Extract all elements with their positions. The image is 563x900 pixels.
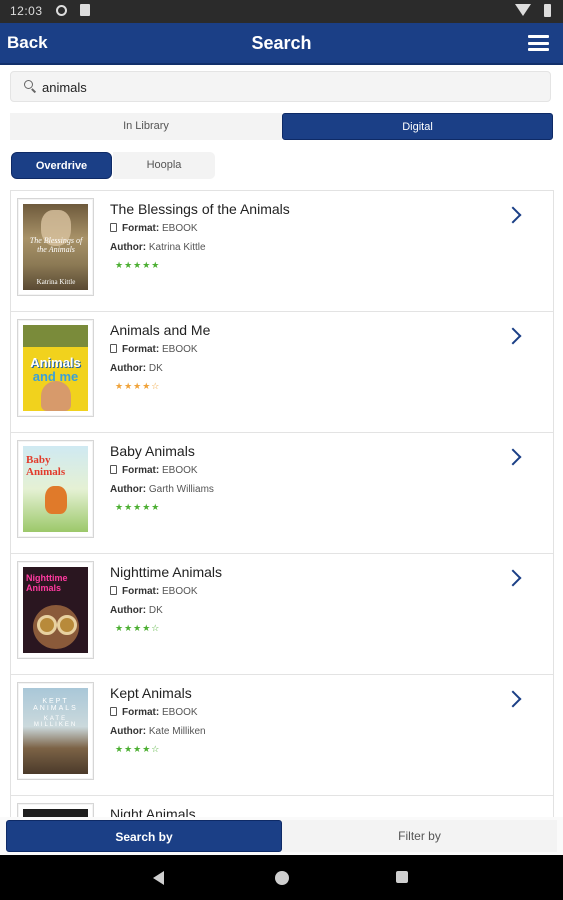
book-cover: The Blessings of the Animals Katrina Kit… (17, 198, 94, 296)
page-title: Search (251, 33, 312, 53)
book-format: Format: EBOOK (110, 586, 198, 597)
star-rating: ★★★★☆ (115, 381, 161, 391)
list-item[interactable]: Nighttime Animals Nighttime Animals Form… (11, 554, 553, 675)
book-author: Author: DK (110, 363, 163, 374)
star-rating: ★★★★★ (115, 260, 161, 270)
book-icon (110, 223, 117, 232)
book-title[interactable]: Nighttime Animals (110, 564, 222, 580)
cover-author-text: Katrina Kittle (36, 278, 76, 286)
status-bar: 12:03 (0, 0, 563, 23)
book-icon (110, 586, 117, 595)
book-icon (110, 465, 117, 474)
book-author: Author: DK (110, 605, 163, 616)
results-list[interactable]: The Blessings of the Animals Katrina Kit… (10, 190, 554, 820)
list-item[interactable]: KEPT ANIMALS KATE MILLIKEN Kept Animals … (11, 675, 553, 796)
status-time: 12:03 (10, 4, 43, 18)
book-title[interactable]: The Blessings of the Animals (110, 201, 290, 217)
book-title[interactable]: Kept Animals (110, 685, 192, 701)
app-bar: Back Search (0, 23, 563, 65)
book-cover: Baby Animals (17, 440, 94, 538)
book-cover: KEPT ANIMALS KATE MILLIKEN (17, 682, 94, 780)
book-author: Author: Kate Milliken (110, 726, 206, 737)
chevron-right-icon[interactable] (504, 327, 522, 345)
bottom-tab-bar: Search by Filter by (0, 817, 563, 855)
chevron-right-icon[interactable] (504, 448, 522, 466)
sd-card-icon (80, 4, 90, 16)
list-item[interactable]: The Blessings of the Animals Katrina Kit… (11, 191, 553, 312)
tab-filter-by[interactable]: Filter by (282, 820, 557, 852)
book-author: Author: Garth Williams (110, 484, 214, 495)
star-rating: ★★★★☆ (115, 744, 161, 754)
book-cover: Animals and me (17, 319, 94, 417)
book-cover: Nighttime Animals (17, 561, 94, 659)
cover-title-text: Animals (30, 355, 81, 370)
book-icon (110, 344, 117, 353)
nav-home-icon[interactable] (275, 871, 289, 885)
tab-overdrive[interactable]: Overdrive (11, 152, 112, 179)
back-button[interactable]: Back (7, 33, 48, 53)
battery-icon (544, 4, 551, 17)
chevron-right-icon[interactable] (504, 569, 522, 587)
tab-digital[interactable]: Digital (282, 113, 553, 140)
star-rating: ★★★★☆ (115, 623, 161, 633)
system-nav-bar (0, 855, 563, 900)
list-item[interactable]: Baby Animals Baby Animals Format: EBOOK … (11, 433, 553, 554)
settings-notification-icon (56, 5, 67, 16)
star-rating: ★★★★★ (115, 502, 161, 512)
list-item[interactable]: Animals and me Animals and Me Format: EB… (11, 312, 553, 433)
tab-search-by[interactable]: Search by (6, 820, 282, 852)
book-icon (110, 707, 117, 716)
wifi-icon (515, 4, 531, 16)
cover-title-text: The Blessings of the Animals (29, 236, 83, 254)
search-bar[interactable] (10, 71, 551, 102)
cover-title-text: KEPT ANIMALS (33, 698, 78, 712)
search-icon (24, 80, 33, 89)
tab-in-library[interactable]: In Library (10, 113, 282, 140)
cover-title-text: Nighttime Animals (26, 573, 68, 593)
book-format: Format: EBOOK (110, 223, 198, 234)
tab-hoopla[interactable]: Hoopla (113, 152, 215, 179)
search-input[interactable] (42, 80, 522, 95)
nav-recents-icon[interactable] (396, 871, 408, 883)
chevron-right-icon[interactable] (504, 690, 522, 708)
hamburger-menu-icon[interactable] (528, 35, 549, 51)
book-format: Format: EBOOK (110, 465, 198, 476)
nav-back-icon[interactable] (153, 871, 164, 885)
book-title[interactable]: Baby Animals (110, 443, 195, 459)
chevron-right-icon[interactable] (504, 206, 522, 224)
book-title[interactable]: Animals and Me (110, 322, 210, 338)
book-author: Author: Katrina Kittle (110, 242, 206, 253)
cover-title-text: Baby Animals (26, 454, 66, 478)
cover-author-text: KATE MILLIKEN (33, 716, 78, 728)
book-format: Format: EBOOK (110, 707, 198, 718)
book-format: Format: EBOOK (110, 344, 198, 355)
